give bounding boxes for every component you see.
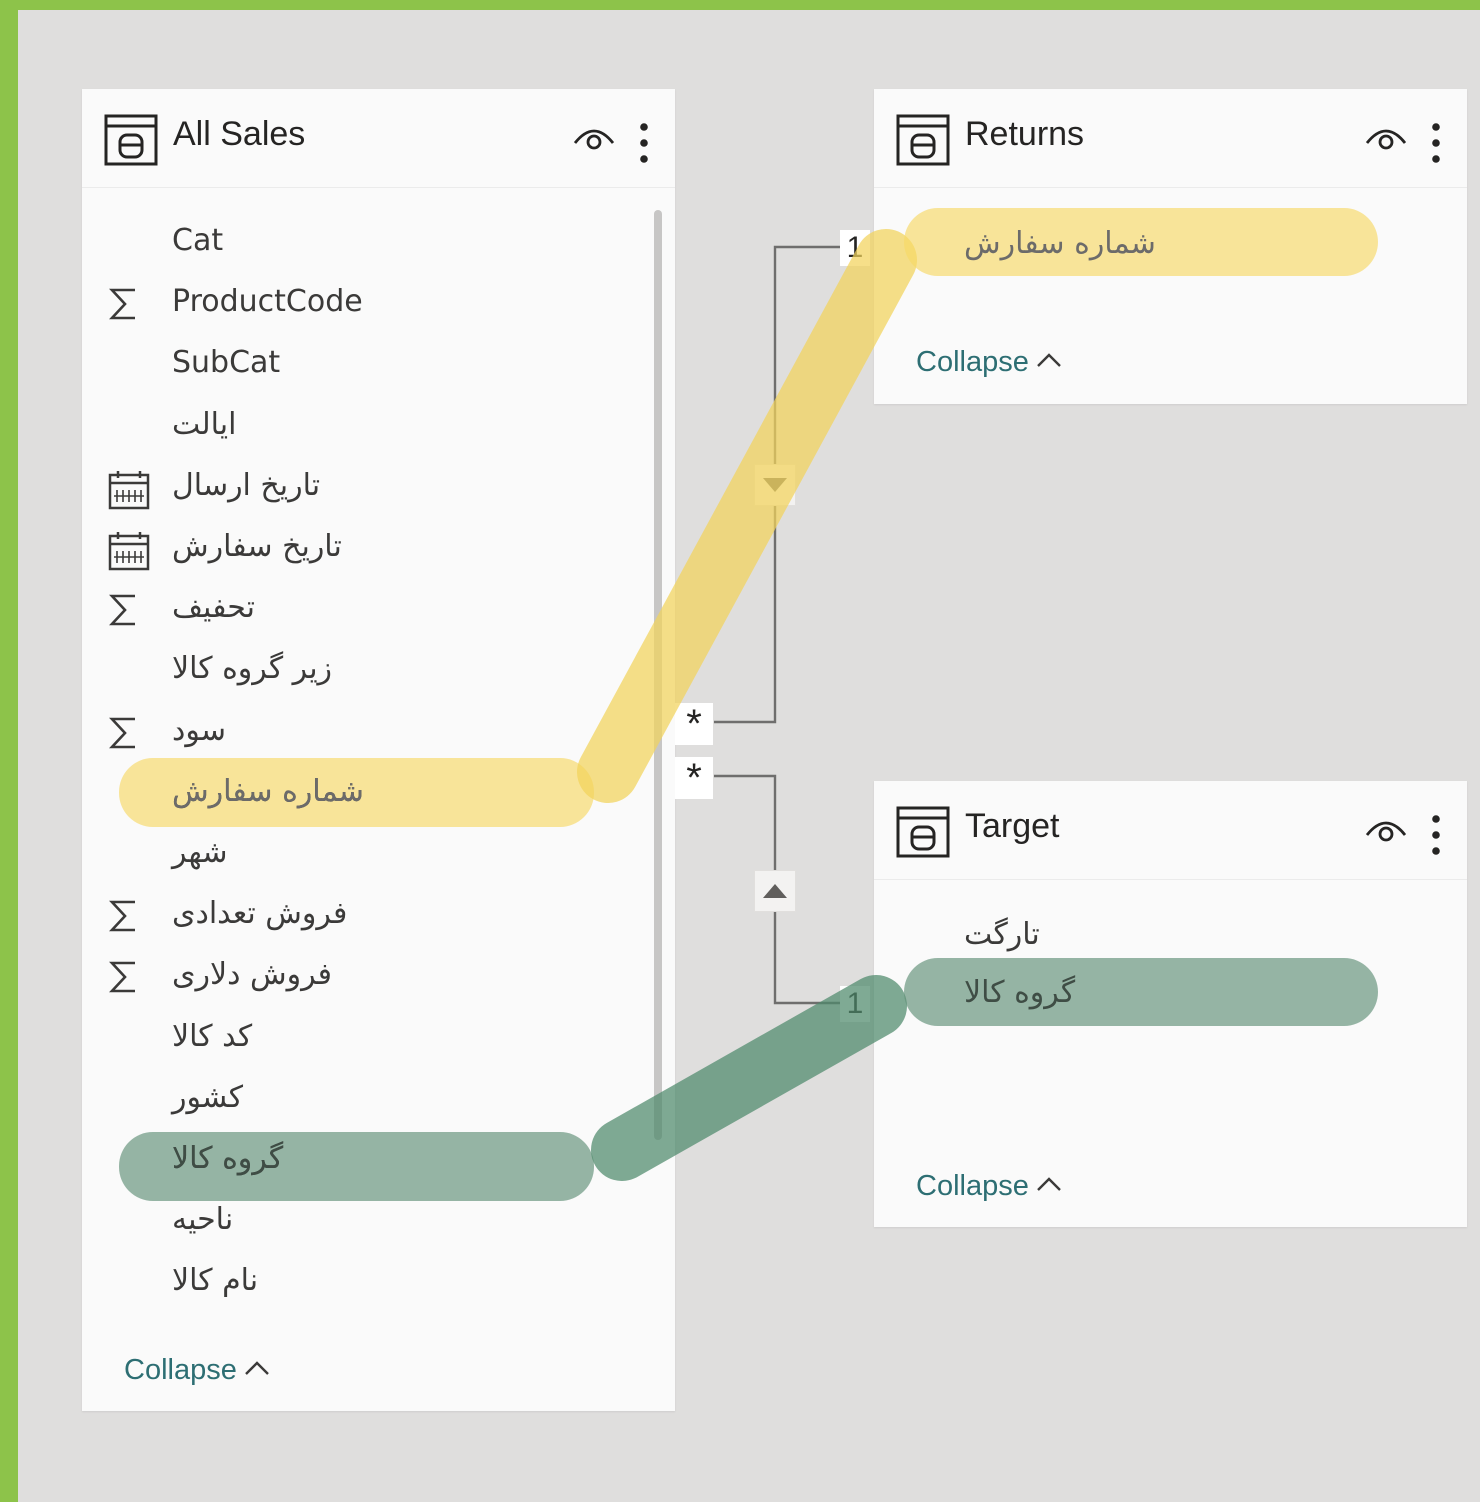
table-icon	[104, 114, 158, 170]
field-row[interactable]: کشور	[82, 1070, 675, 1128]
field-row[interactable]: SubCat	[82, 335, 675, 393]
field-row[interactable]: فروش دلاری	[82, 947, 675, 1005]
field-row[interactable]: فروش تعدادی	[82, 886, 675, 944]
field-label: Cat	[172, 223, 224, 258]
field-label: کشور	[172, 1079, 244, 1115]
field-row[interactable]: ایالت	[82, 397, 675, 455]
table-title: Target	[965, 807, 1060, 845]
sigma-icon	[108, 898, 140, 938]
field-label: ProductCode	[172, 284, 363, 320]
table-title: Returns	[965, 115, 1085, 153]
field-label: تاریخ سفارش	[172, 529, 342, 564]
field-row[interactable]: ناحیه	[82, 1192, 675, 1250]
calendar-icon	[108, 470, 150, 514]
cross-filter-direction-button[interactable]	[754, 464, 796, 506]
table-card-all-sales[interactable]: All Sales Cat ProductCode SubCat ایالت تاریخ…	[82, 89, 675, 1411]
table-card-header[interactable]: Returns	[874, 89, 1467, 188]
scrollbar[interactable]	[654, 210, 662, 1140]
field-row[interactable]: نام کالا	[82, 1253, 675, 1311]
collapse-button[interactable]: Collapse	[916, 1170, 1063, 1203]
field-label: سود	[172, 712, 226, 748]
cardinality-one-label: 1	[840, 230, 870, 266]
field-label: SubCat	[172, 345, 281, 381]
collapse-label: Collapse	[916, 346, 1029, 378]
field-row[interactable]: کد کالا	[82, 1009, 675, 1067]
table-card-header[interactable]: Target	[874, 781, 1467, 880]
field-row[interactable]: شهر	[82, 825, 675, 883]
table-card-returns[interactable]: Returns Collapse	[874, 89, 1467, 404]
more-options-icon[interactable]	[1430, 122, 1442, 168]
eye-icon[interactable]	[572, 123, 616, 157]
eye-icon[interactable]	[1364, 123, 1408, 157]
field-row[interactable]: زیر گروه کالا	[82, 641, 675, 699]
table-title: All Sales	[173, 115, 306, 153]
field-label: ایالت	[172, 406, 237, 442]
eye-icon[interactable]	[1364, 815, 1408, 849]
sigma-icon	[108, 959, 140, 999]
collapse-button[interactable]: Collapse	[916, 346, 1063, 379]
field-label: ناحیه	[172, 1202, 234, 1238]
triangle-up-icon	[763, 884, 787, 898]
field-label: تاریخ ارسال	[172, 467, 321, 503]
table-card-header[interactable]: All Sales	[82, 89, 675, 188]
sigma-icon	[108, 715, 140, 755]
field-label: تحفیف	[172, 590, 255, 626]
sigma-icon	[108, 286, 140, 326]
table-icon	[896, 806, 950, 862]
field-label: نام کالا	[172, 1263, 259, 1299]
target-field-tarjet[interactable]: تارگت	[874, 907, 1467, 965]
cross-filter-direction-button[interactable]	[754, 870, 796, 912]
field-label: شهر	[172, 835, 228, 870]
calendar-icon	[108, 531, 150, 575]
field-label: کد کالا	[172, 1018, 253, 1054]
cardinality-many-label: *	[675, 757, 713, 799]
field-row[interactable]: تحفیف	[82, 580, 675, 638]
collapse-label: Collapse	[916, 1170, 1029, 1202]
table-card-target[interactable]: Target تارگت Collapse	[874, 781, 1467, 1227]
field-row[interactable]: سود	[82, 703, 675, 761]
chevron-up-icon	[1036, 1177, 1061, 1192]
collapse-label: Collapse	[124, 1354, 237, 1386]
field-row[interactable]: شماره سفارش	[82, 764, 675, 822]
chevron-up-icon	[1036, 353, 1061, 368]
cardinality-one-label: 1	[840, 986, 870, 1022]
field-row[interactable]: Cat	[82, 213, 675, 271]
highlighted-field-label[interactable]: شماره سفارش	[172, 774, 364, 809]
field-label: فروش دلاری	[172, 957, 332, 993]
field-row[interactable]: ProductCode	[82, 274, 675, 332]
returns-field-label[interactable]: شماره سفارش	[964, 226, 1156, 261]
field-row[interactable]: تاریخ سفارش	[82, 519, 675, 577]
table-icon	[896, 114, 950, 170]
collapse-button[interactable]: Collapse	[124, 1354, 271, 1387]
more-options-icon[interactable]	[638, 122, 650, 168]
field-label: فروش تعدادی	[172, 896, 348, 932]
sigma-icon	[108, 592, 140, 632]
chevron-up-icon	[244, 1361, 269, 1376]
field-row[interactable]: تاریخ ارسال	[82, 458, 675, 516]
field-label: زیر گروه کالا	[172, 651, 333, 687]
target-field-label[interactable]: گروه کالا	[964, 975, 1075, 1010]
cardinality-many-label: *	[675, 703, 713, 745]
field-row[interactable]: گروه کالا	[82, 1131, 675, 1189]
highlighted-field-label[interactable]: گروه کالا	[172, 1141, 283, 1176]
triangle-down-icon	[763, 478, 787, 492]
more-options-icon[interactable]	[1430, 814, 1442, 860]
field-label: تارگت	[964, 917, 1040, 952]
